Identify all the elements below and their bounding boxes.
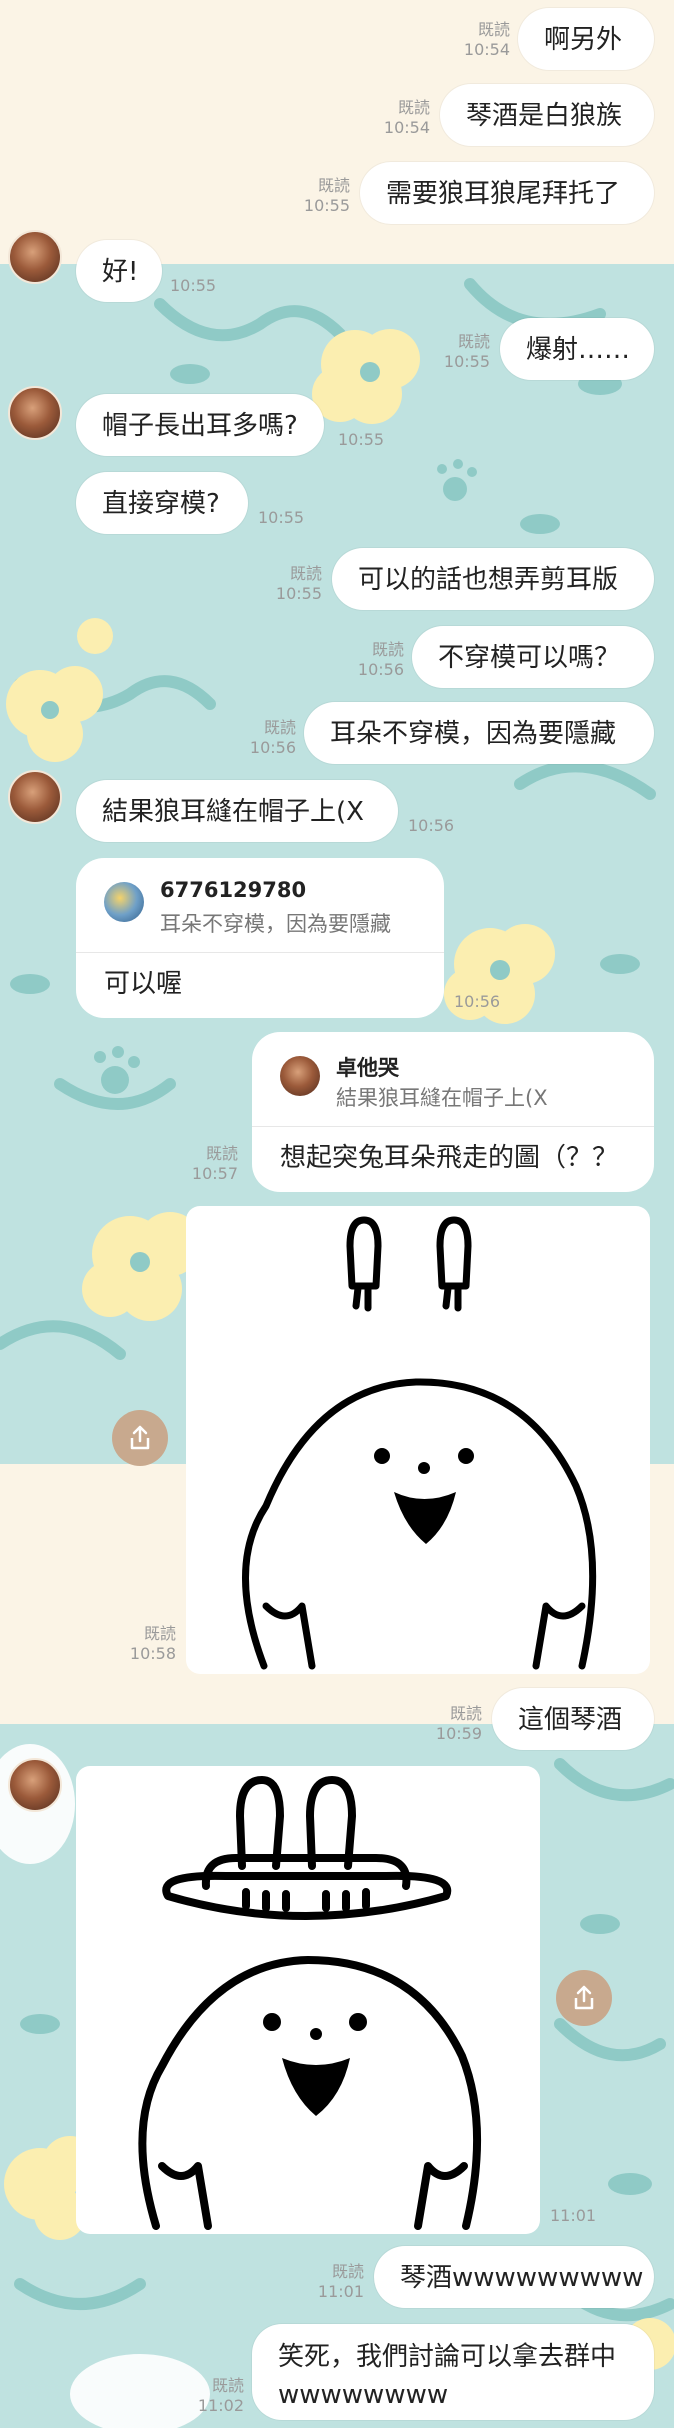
message-bubble-sent[interactable]: 琴酒是白狼族 — [440, 84, 654, 146]
message-text: 可以喔 — [104, 969, 183, 999]
message-text: 可以的話也想弄剪耳版 — [358, 565, 619, 595]
message-bubble-sent[interactable]: 爆射…… — [500, 318, 654, 380]
share-icon — [130, 1425, 150, 1450]
message-bubble-received[interactable]: 結果狼耳縫在帽子上(X — [76, 780, 398, 842]
message-bubble-sent[interactable]: 可以的話也想弄剪耳版 — [332, 548, 654, 610]
quoted-avatar — [280, 1056, 320, 1096]
message-time: 10:55 — [338, 430, 385, 449]
message-text: 需要狼耳狼尾拜托了 — [386, 179, 621, 209]
message-bubble-sent[interactable]: 這個琴酒 — [492, 1688, 654, 1750]
message-bubble-received[interactable]: 帽子長出耳多嗎? — [76, 394, 324, 456]
read-receipt: 既読 11:02 — [197, 2376, 244, 2415]
message-text: 琴酒wwwwwwwww — [400, 2263, 644, 2293]
read-receipt: 既読 10:54 — [383, 98, 430, 137]
read-receipt: 既読 10:55 — [303, 176, 350, 215]
message-bubble-sent[interactable]: 啊另外 — [518, 8, 654, 70]
message-bubble-sent[interactable]: 笑死，我們討論可以拿去群中wwwwwwww — [252, 2324, 654, 2420]
message-text: 帽子長出耳多嗎? — [102, 411, 298, 441]
avatar[interactable] — [8, 1758, 62, 1812]
share-icon — [574, 1985, 594, 2010]
rabbit-ears-flying-sticker[interactable] — [186, 1206, 650, 1674]
read-receipt: 既読 10:59 — [435, 1704, 482, 1743]
message-time: 11:01 — [550, 2206, 597, 2225]
quoted-sender-name: 卓他哭 — [336, 1056, 399, 1080]
reply-message-sent[interactable]: 卓他哭 結果狼耳縫在帽子上(X 想起突兔耳朵飛走的圖（？？ — [252, 1032, 654, 1192]
quoted-sender-name: 6776129780 — [160, 878, 307, 902]
quoted-message[interactable]: 6776129780 耳朵不穿模，因為要隱藏 — [76, 858, 444, 953]
message-time: 10:56 — [408, 816, 455, 835]
quoted-avatar — [104, 882, 144, 922]
message-text: 爆射…… — [526, 335, 631, 365]
share-button[interactable] — [556, 1970, 612, 2026]
message-text: 笑死，我們討論可以拿去群中wwwwwwww — [278, 2342, 617, 2410]
rabbit-hat-sticker-image — [138, 1776, 482, 2230]
message-text: 啊另外 — [544, 25, 623, 55]
read-receipt: 既読 10:56 — [357, 640, 404, 679]
message-text: 琴酒是白狼族 — [466, 101, 623, 131]
message-text: 直接穿模? — [102, 489, 220, 519]
rabbit-sticker-image — [242, 1216, 597, 1670]
message-text: 耳朵不穿模，因為要隱藏 — [330, 719, 617, 749]
message-bubble-sent[interactable]: 琴酒wwwwwwwww — [374, 2246, 654, 2308]
rabbit-ears-through-hat-sticker[interactable] — [76, 1766, 540, 2234]
quoted-text: 結果狼耳縫在帽子上(X — [336, 1086, 548, 1110]
message-text: 想起突兔耳朵飛走的圖（？？ — [280, 1143, 619, 1173]
message-bubble-sent[interactable]: 不穿模可以嗎？ — [412, 626, 654, 688]
reply-message-received[interactable]: 6776129780 耳朵不穿模，因為要隱藏 可以喔 — [76, 858, 444, 1018]
message-bubble-received[interactable]: 直接穿模? — [76, 472, 248, 534]
quoted-message[interactable]: 卓他哭 結果狼耳縫在帽子上(X — [252, 1032, 654, 1127]
read-receipt: 既読 10:56 — [249, 718, 296, 757]
message-text: 不穿模可以嗎？ — [438, 643, 621, 673]
avatar[interactable] — [8, 770, 62, 824]
message-bubble-received[interactable]: 好! — [76, 240, 162, 302]
read-receipt: 既読 11:01 — [317, 2262, 364, 2301]
read-receipt: 既読 10:57 — [191, 1144, 238, 1183]
avatar[interactable] — [8, 386, 62, 440]
read-receipt: 既読 10:54 — [463, 20, 510, 59]
read-receipt: 既読 10:58 — [129, 1624, 176, 1663]
read-receipt: 既読 10:55 — [275, 564, 322, 603]
share-button[interactable] — [112, 1410, 168, 1466]
message-text: 好! — [102, 257, 139, 287]
message-text: 這個琴酒 — [518, 1705, 623, 1735]
message-bubble-sent[interactable]: 耳朵不穿模，因為要隱藏 — [304, 702, 654, 764]
message-time: 10:55 — [170, 276, 217, 295]
message-time: 10:55 — [258, 508, 305, 527]
message-bubble-sent[interactable]: 需要狼耳狼尾拜托了 — [360, 162, 654, 224]
quoted-text: 耳朵不穿模，因為要隱藏 — [160, 912, 391, 936]
read-receipt: 既読 10:55 — [443, 332, 490, 371]
message-time: 10:56 — [454, 992, 501, 1011]
message-text: 結果狼耳縫在帽子上(X — [102, 797, 364, 827]
avatar[interactable] — [8, 230, 62, 284]
